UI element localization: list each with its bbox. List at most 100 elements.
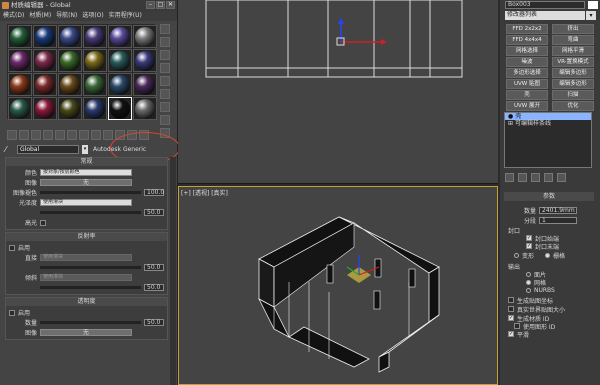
- modifier-stack[interactable]: ● 壳 ⊞ 可编辑样条线: [504, 112, 592, 168]
- modifier-button[interactable]: FFD 4x4x4: [506, 35, 548, 45]
- amount-spinner[interactable]: 2401.9mm: [539, 206, 578, 214]
- menu-utilities[interactable]: 实用程序(U): [109, 11, 142, 21]
- material-sample-slot[interactable]: [8, 25, 32, 48]
- oblique-spinner[interactable]: 50.0: [144, 284, 164, 291]
- viewport-label[interactable]: [+] [透视] [真实]: [181, 188, 228, 197]
- video-check-icon[interactable]: [160, 76, 170, 86]
- make-unique-icon[interactable]: [67, 130, 77, 140]
- transparency-enable-checkbox[interactable]: [9, 309, 15, 316]
- make-preview-icon[interactable]: [160, 89, 170, 99]
- rollout-reflectivity-header[interactable]: 反射率: [6, 233, 167, 241]
- rollout-common-header[interactable]: 常规: [6, 158, 167, 166]
- segments-spinner[interactable]: 1: [539, 216, 578, 224]
- material-sample-slot[interactable]: [8, 73, 32, 96]
- modifier-button[interactable]: VR-置换模式: [552, 57, 594, 67]
- material-sample-slot[interactable]: [108, 49, 132, 72]
- configure-sets-icon[interactable]: [557, 173, 566, 182]
- modifier-button[interactable]: UVW 展开: [506, 101, 548, 111]
- modifier-button[interactable]: 扫描: [552, 90, 594, 100]
- menu-material[interactable]: 材质(M): [29, 11, 51, 21]
- modifier-button[interactable]: 弯曲: [552, 35, 594, 45]
- modifier-button[interactable]: FFD 2x2x2: [506, 24, 548, 34]
- make-unique-icon[interactable]: [531, 173, 540, 182]
- menu-navigation[interactable]: 导航(N): [56, 11, 77, 21]
- use-shape-id-checkbox[interactable]: [514, 323, 520, 329]
- viewport-top[interactable]: [178, 0, 498, 184]
- material-sample-slot[interactable]: [133, 49, 157, 72]
- image-fade-spinner[interactable]: 100.0: [144, 189, 164, 196]
- put-to-library-icon[interactable]: [79, 130, 89, 140]
- transparency-amount-spinner[interactable]: 50.0: [144, 319, 164, 326]
- material-sample-slot[interactable]: [58, 97, 82, 120]
- output-nurbs-radio[interactable]: [526, 287, 531, 293]
- generate-matid-checkbox[interactable]: ✓: [508, 315, 514, 321]
- material-sample-slot[interactable]: [133, 73, 157, 96]
- stack-item-editable-spline[interactable]: ⊞ 可编辑样条线: [505, 120, 591, 127]
- sample-type-icon[interactable]: [160, 24, 170, 34]
- object-name-input[interactable]: Box003: [505, 1, 585, 9]
- direct-dropdown[interactable]: 使用滑块: [40, 254, 132, 261]
- oblique-slider[interactable]: [40, 286, 141, 289]
- glossiness-slider[interactable]: [40, 211, 141, 214]
- reset-map-icon[interactable]: [43, 130, 53, 140]
- image-map-button[interactable]: 无: [40, 179, 132, 186]
- options-icon[interactable]: [160, 102, 170, 112]
- material-name-input[interactable]: Global: [17, 144, 79, 154]
- cap-start-checkbox[interactable]: ✓: [526, 235, 532, 241]
- material-sample-slot[interactable]: [108, 73, 132, 96]
- material-sample-slot[interactable]: [133, 25, 157, 48]
- material-sample-slot[interactable]: [8, 97, 32, 120]
- stack-item-shell[interactable]: ● 壳: [505, 113, 591, 120]
- modifier-button[interactable]: 多边形选择: [506, 68, 548, 78]
- transparency-image-button[interactable]: 无: [40, 329, 132, 336]
- modifier-button[interactable]: 编辑多边形: [552, 68, 594, 78]
- pin-stack-icon[interactable]: [505, 173, 514, 182]
- direct-slider[interactable]: [40, 266, 141, 269]
- material-sample-slot[interactable]: [8, 49, 32, 72]
- modifier-button[interactable]: 网格选择: [506, 46, 548, 56]
- viewport-perspective[interactable]: [+] [透视] [真实]: [178, 186, 498, 385]
- backlight-icon[interactable]: [160, 37, 170, 47]
- menu-options[interactable]: 选项(O): [82, 11, 103, 21]
- reflectivity-enable-checkbox[interactable]: [9, 244, 15, 251]
- output-patch-radio[interactable]: [526, 271, 531, 277]
- lightbulb-icon[interactable]: ●: [508, 113, 513, 120]
- material-id-icon[interactable]: [91, 130, 101, 140]
- smooth-checkbox[interactable]: ✓: [508, 331, 514, 337]
- real-world-map-checkbox[interactable]: [508, 306, 514, 312]
- material-sample-slot[interactable]: [33, 49, 57, 72]
- maximize-button[interactable]: □: [156, 1, 165, 9]
- modifier-button[interactable]: 网格平滑: [552, 46, 594, 56]
- material-sample-slot[interactable]: [58, 49, 82, 72]
- uv-tiling-icon[interactable]: [160, 63, 170, 73]
- oblique-dropdown[interactable]: 使用滑块: [40, 274, 132, 281]
- parameters-rollout-header[interactable]: 参数: [504, 192, 594, 201]
- eyedropper-icon[interactable]: ⁄: [5, 145, 14, 154]
- material-sample-slot[interactable]: [133, 97, 157, 120]
- modifier-button[interactable]: 编辑多边形: [552, 79, 594, 89]
- material-sample-slot[interactable]: [83, 73, 107, 96]
- glossiness-spinner[interactable]: 50.0: [144, 209, 164, 216]
- menu-mode[interactable]: 模式(D): [3, 11, 24, 21]
- cap-end-checkbox[interactable]: ✓: [526, 243, 532, 249]
- modifier-button[interactable]: 挤出: [552, 24, 594, 34]
- select-by-material-icon[interactable]: [160, 115, 170, 125]
- material-sample-slot[interactable]: [33, 73, 57, 96]
- rollout-transparency-header[interactable]: 透明度: [6, 298, 167, 306]
- material-sample-slot[interactable]: [108, 25, 132, 48]
- copy-material-icon[interactable]: [55, 130, 65, 140]
- material-sample-slot[interactable]: [33, 25, 57, 48]
- object-color-swatch[interactable]: [588, 1, 598, 9]
- background-icon[interactable]: [160, 50, 170, 60]
- output-mesh-radio[interactable]: [526, 279, 531, 285]
- parameters-scrollbar[interactable]: [170, 157, 176, 385]
- remove-modifier-icon[interactable]: [544, 173, 553, 182]
- glossiness-dropdown[interactable]: 使用滑块: [40, 199, 132, 206]
- modifier-list-arrow-icon[interactable]: ▾: [586, 11, 596, 20]
- morph-radio[interactable]: [514, 252, 519, 258]
- put-to-scene-icon[interactable]: [19, 130, 29, 140]
- material-sample-slot[interactable]: [58, 25, 82, 48]
- modifier-button[interactable]: 优化: [552, 101, 594, 111]
- material-sample-slot[interactable]: [83, 25, 107, 48]
- modifier-button[interactable]: 噪波: [506, 57, 548, 67]
